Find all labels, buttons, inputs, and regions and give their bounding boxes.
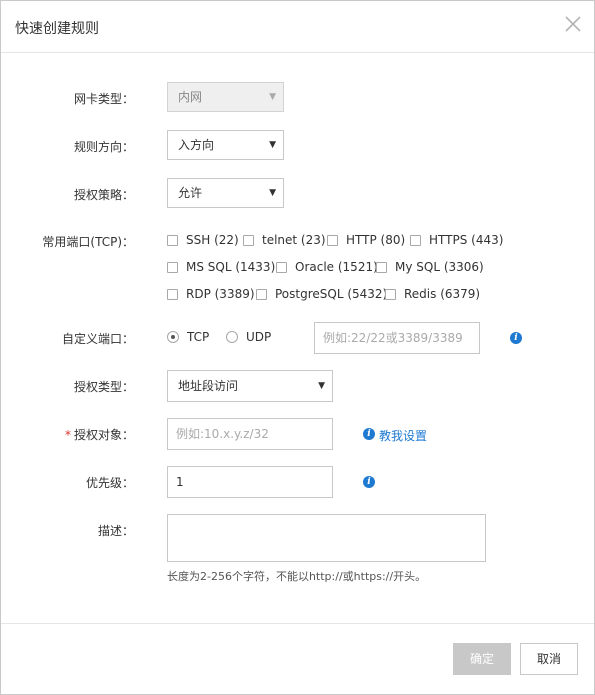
protocol-radio-tcp[interactable]: TCP	[167, 330, 209, 344]
port-option-label: RDP (3389)	[186, 287, 255, 301]
quick-create-rule-dialog: 快速创建规则 网卡类型： 内网 ▼ 规则方向： 入方向 ▼ 授权策略： 允许 ▼…	[0, 0, 595, 695]
priority-value: 1	[176, 475, 184, 489]
custom-port-input[interactable]: 例如:22/22或3389/3389	[314, 322, 480, 354]
radio-selected-indicator[interactable]	[167, 331, 179, 343]
port-checkbox-telnet[interactable]: telnet (23)	[243, 233, 326, 247]
port-checkbox-http[interactable]: HTTP (80)	[327, 233, 405, 247]
auth-object-input[interactable]: 例如:10.x.y.z/32	[167, 418, 333, 450]
caret-down-icon: ▼	[269, 140, 276, 150]
port-option-label: HTTP (80)	[346, 233, 406, 247]
port-checkbox-https[interactable]: HTTPS (443)	[410, 233, 503, 247]
checkbox-box[interactable]	[410, 234, 421, 246]
port-checkbox-ssh[interactable]: SSH (22)	[167, 233, 239, 247]
port-option-label: SSH (22)	[186, 233, 239, 247]
port-checkbox-mssql[interactable]: MS SQL (1433)	[167, 260, 275, 274]
checkbox-box[interactable]	[385, 288, 396, 300]
info-icon[interactable]: i	[363, 476, 375, 488]
port-option-label: Redis (6379)	[404, 287, 481, 301]
auth-object-placeholder: 例如:10.x.y.z/32	[176, 427, 269, 441]
protocol-radio-udp[interactable]: UDP	[226, 330, 271, 344]
policy-value: 允许	[178, 186, 203, 200]
auth-object-label: 授权对象：	[73, 428, 134, 442]
confirm-button[interactable]: 确定	[453, 643, 511, 675]
protocol-label: TCP	[187, 330, 210, 344]
common-ports-label: 常用端口(TCP)：	[42, 235, 134, 249]
caret-down-icon: ▼	[269, 92, 276, 102]
policy-label: 授权策略：	[73, 188, 134, 202]
caret-down-icon: ▼	[269, 188, 276, 198]
port-checkbox-rdp[interactable]: RDP (3389)	[167, 287, 255, 301]
port-checkbox-oracle[interactable]: Oracle (1521)	[276, 260, 378, 274]
auth-type-select[interactable]: 地址段访问 ▼	[167, 370, 333, 402]
description-hint: 长度为2-256个字符，不能以http://或https://开头。	[167, 570, 427, 583]
port-option-label: HTTPS (443)	[429, 233, 504, 247]
radio-indicator[interactable]	[226, 331, 238, 343]
help-link[interactable]: 教我设置	[379, 427, 427, 444]
checkbox-box[interactable]	[167, 234, 178, 246]
checkbox-box[interactable]	[167, 288, 178, 300]
footer-divider	[1, 623, 594, 624]
checkbox-box[interactable]	[327, 234, 338, 246]
direction-select[interactable]: 入方向 ▼	[167, 130, 284, 160]
dialog-title: 快速创建规则	[15, 21, 99, 37]
description-textarea[interactable]	[167, 514, 486, 562]
policy-select[interactable]: 允许 ▼	[167, 178, 284, 208]
checkbox-box[interactable]	[256, 288, 267, 300]
required-mark: *	[64, 428, 71, 442]
info-icon[interactable]: i	[363, 428, 375, 440]
checkbox-box[interactable]	[243, 234, 254, 246]
priority-input[interactable]: 1	[167, 466, 333, 498]
nic-type-value: 内网	[178, 90, 203, 104]
auth-type-value: 地址段访问	[178, 379, 239, 393]
port-option-label: PostgreSQL (5432)	[275, 287, 388, 301]
dialog-header: 快速创建规则	[1, 1, 594, 53]
nic-type-select[interactable]: 内网 ▼	[167, 82, 284, 112]
protocol-label: UDP	[246, 330, 272, 344]
port-checkbox-mysql[interactable]: My SQL (3306)	[376, 260, 484, 274]
port-checkbox-redis[interactable]: Redis (6379)	[385, 287, 480, 301]
auth-object-label-wrap: * 授权对象：	[1, 426, 134, 443]
port-checkbox-postgresql[interactable]: PostgreSQL (5432)	[256, 287, 387, 301]
caret-down-icon: ▼	[318, 381, 325, 391]
auth-type-label: 授权类型：	[73, 380, 134, 394]
checkbox-box[interactable]	[276, 261, 287, 273]
port-option-label: telnet (23)	[262, 233, 326, 247]
info-icon[interactable]: i	[510, 332, 522, 344]
port-option-label: MS SQL (1433)	[186, 260, 276, 274]
cancel-button[interactable]: 取消	[520, 643, 578, 675]
custom-port-label: 自定义端口：	[61, 332, 134, 346]
description-label: 描述：	[97, 524, 134, 538]
direction-label: 规则方向：	[73, 140, 134, 154]
custom-port-placeholder: 例如:22/22或3389/3389	[323, 331, 463, 345]
direction-value: 入方向	[178, 138, 215, 152]
checkbox-box[interactable]	[167, 261, 178, 273]
port-option-label: My SQL (3306)	[395, 260, 484, 274]
close-icon[interactable]	[564, 15, 582, 33]
priority-label: 优先级：	[85, 476, 134, 490]
port-option-label: Oracle (1521)	[295, 260, 378, 274]
nic-type-label: 网卡类型：	[73, 92, 134, 106]
checkbox-box[interactable]	[376, 261, 387, 273]
